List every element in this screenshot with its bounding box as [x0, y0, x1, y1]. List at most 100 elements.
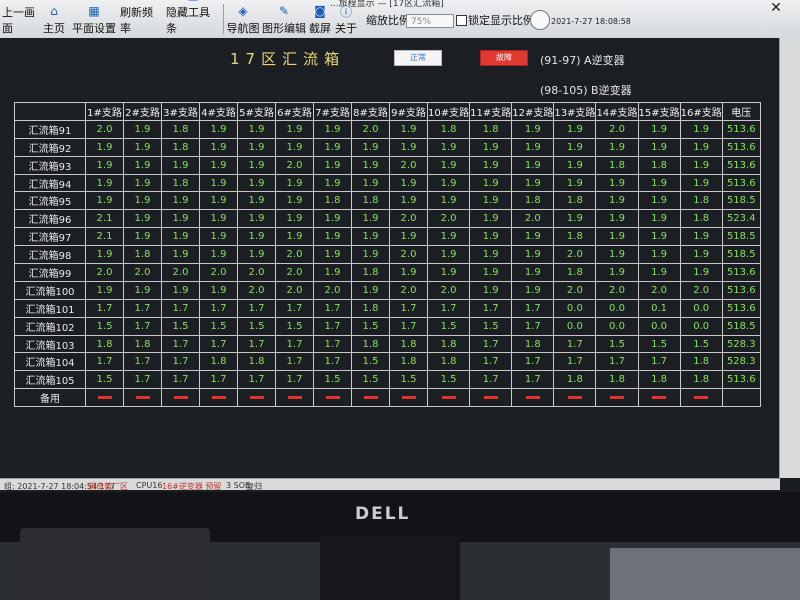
close-icon[interactable]: ✕ — [766, 0, 786, 16]
current-cell: 1.9 — [511, 280, 555, 300]
current-cell: 1.8 — [351, 263, 390, 282]
voltage-cell: 518.5 — [721, 316, 761, 336]
current-cell: 1.9 — [313, 263, 352, 282]
current-cell: 1.7 — [85, 298, 124, 318]
current-cell: 2.0 — [679, 280, 723, 300]
current-cell: 1.9 — [123, 280, 162, 300]
legend-normal-button[interactable]: 正常 — [394, 50, 442, 66]
spare-indicator — [609, 395, 624, 399]
column-header-branch: 16#支路 — [679, 102, 723, 121]
graphic-edit-button[interactable]: ✎ 图形编辑 — [262, 2, 306, 36]
current-cell: 1.9 — [313, 209, 352, 229]
about-button[interactable]: ⓘ 关于 — [334, 2, 358, 36]
current-cell: 1.9 — [237, 173, 276, 193]
current-cell: 1.7 — [313, 352, 352, 372]
current-cell: 1.8 — [679, 352, 723, 372]
current-cell: 1.9 — [85, 137, 124, 157]
screenshot-button[interactable]: ◙ 截屏 — [308, 2, 332, 36]
screen: ...旅程显示 — [17区汇流箱] ➜ 上一画面 ⌂ 主页 ▦ 平面设置 ⟳ … — [0, 0, 800, 490]
voltage-cell: 518.5 — [721, 245, 761, 265]
status-cpu: CPU16 — [136, 481, 163, 490]
current-cell: 1.5 — [85, 370, 124, 390]
current-cell: 1.7 — [511, 298, 555, 318]
zoom-select[interactable]: 75% — [406, 14, 454, 28]
legend-fault-button[interactable]: 故障 — [480, 50, 528, 66]
current-cell: 1.9 — [161, 155, 200, 175]
current-cell: 2.0 — [426, 209, 471, 229]
current-cell: 1.9 — [637, 191, 681, 211]
current-cell: 1.9 — [389, 119, 428, 139]
refresh-rate-button[interactable]: ⟳ 刷新频率 — [120, 0, 162, 36]
current-cell: 1.9 — [123, 209, 162, 229]
current-cell: 1.5 — [679, 334, 723, 354]
current-cell: 1.9 — [679, 155, 723, 175]
current-cell: 1.5 — [351, 370, 390, 390]
column-header-voltage: 电压 — [721, 102, 761, 121]
current-cell: 1.9 — [637, 119, 681, 139]
current-cell: 1.7 — [123, 316, 162, 336]
current-cell: 1.9 — [679, 137, 723, 157]
current-cell: 1.9 — [553, 209, 597, 229]
status-reset[interactable]: 复归 — [246, 481, 262, 490]
current-cell: 1.7 — [275, 352, 314, 372]
current-cell: 1.9 — [595, 227, 639, 247]
current-cell: 1.9 — [237, 227, 276, 247]
current-cell: 2.0 — [389, 280, 428, 300]
current-cell: 2.0 — [637, 280, 681, 300]
spare-indicator-cell — [275, 388, 314, 408]
current-cell: 1.9 — [275, 209, 314, 229]
current-cell: 1.9 — [351, 173, 390, 193]
table-row: 汇流箱97 2.1 1.9 1.9 1.9 1.9 1.9 1.9 1.9 1.9 1.9 1.9 1.… — [14, 227, 761, 247]
spare-indicator-cell — [469, 388, 513, 408]
lock-zoom-label: 锁定显示比例 — [468, 14, 534, 27]
current-cell: 1.9 — [637, 245, 681, 265]
spare-indicator — [325, 395, 340, 399]
spare-indicator-cell — [553, 388, 597, 408]
current-cell: 1.9 — [275, 191, 314, 211]
spare-indicator — [483, 395, 498, 399]
back-button[interactable]: ➜ 上一画面 — [2, 0, 36, 36]
table-body: 汇流箱91 2.0 1.9 1.8 1.9 1.9 1.9 1.9 2.0 1.9 1.8 1.8 1.… — [14, 119, 761, 408]
spare-indicator-cell — [637, 388, 681, 408]
current-cell: 1.9 — [469, 155, 513, 175]
current-cell: 1.9 — [237, 119, 276, 139]
current-cell: 1.9 — [351, 280, 390, 300]
back-arrow-icon: ➜ — [11, 0, 27, 2]
plane-settings-button[interactable]: ▦ 平面设置 — [72, 2, 116, 36]
lock-zoom-checkbox[interactable] — [456, 15, 467, 26]
current-cell: 1.7 — [595, 352, 639, 372]
current-cell: 1.7 — [469, 370, 513, 390]
current-cell: 1.7 — [553, 334, 597, 354]
current-cell: 1.9 — [426, 263, 471, 282]
current-cell: 1.9 — [275, 137, 314, 157]
current-cell: 1.9 — [637, 209, 681, 229]
current-cell: 1.9 — [351, 245, 390, 265]
current-cell: 1.8 — [595, 370, 639, 390]
current-cell: 1.7 — [237, 298, 276, 318]
current-cell: 2.1 — [85, 209, 124, 229]
current-cell: 1.8 — [161, 119, 200, 139]
current-cell: 2.0 — [275, 155, 314, 175]
current-cell: 1.7 — [313, 298, 352, 318]
table-row: 汇流箱100 1.9 1.9 1.9 1.9 2.0 2.0 2.0 1.9 2.0 2.0 1.9 1… — [14, 280, 761, 300]
voltage-cell: 523.4 — [721, 209, 761, 229]
row-label: 汇流箱98 — [14, 245, 86, 265]
current-cell: 1.9 — [511, 119, 555, 139]
hide-toolbar-button[interactable]: ▤ 隐藏工具条 — [166, 0, 220, 36]
home-button[interactable]: ⌂ 主页 — [40, 2, 68, 36]
row-label: 汇流箱94 — [14, 173, 86, 193]
column-header-branch: 6#支路 — [275, 102, 314, 121]
row-label: 汇流箱92 — [14, 137, 86, 157]
spare-indicator — [173, 395, 188, 399]
navigation-map-button[interactable]: ◈ 导航图 — [226, 2, 260, 36]
current-cell: 1.9 — [389, 263, 428, 282]
current-cell: 1.7 — [237, 334, 276, 354]
current-cell: 1.9 — [595, 263, 639, 282]
vertical-scrollbar[interactable] — [779, 38, 800, 478]
current-cell: 2.0 — [389, 155, 428, 175]
current-cell: 2.0 — [351, 119, 390, 139]
table-row: 汇流箱96 2.1 1.9 1.9 1.9 1.9 1.9 1.9 1.9 2.0 2.0 1.9 2.… — [14, 209, 761, 229]
column-header-branch: 12#支路 — [511, 102, 555, 121]
spare-indicator-cell — [679, 388, 723, 408]
current-cell: 1.9 — [199, 245, 238, 265]
